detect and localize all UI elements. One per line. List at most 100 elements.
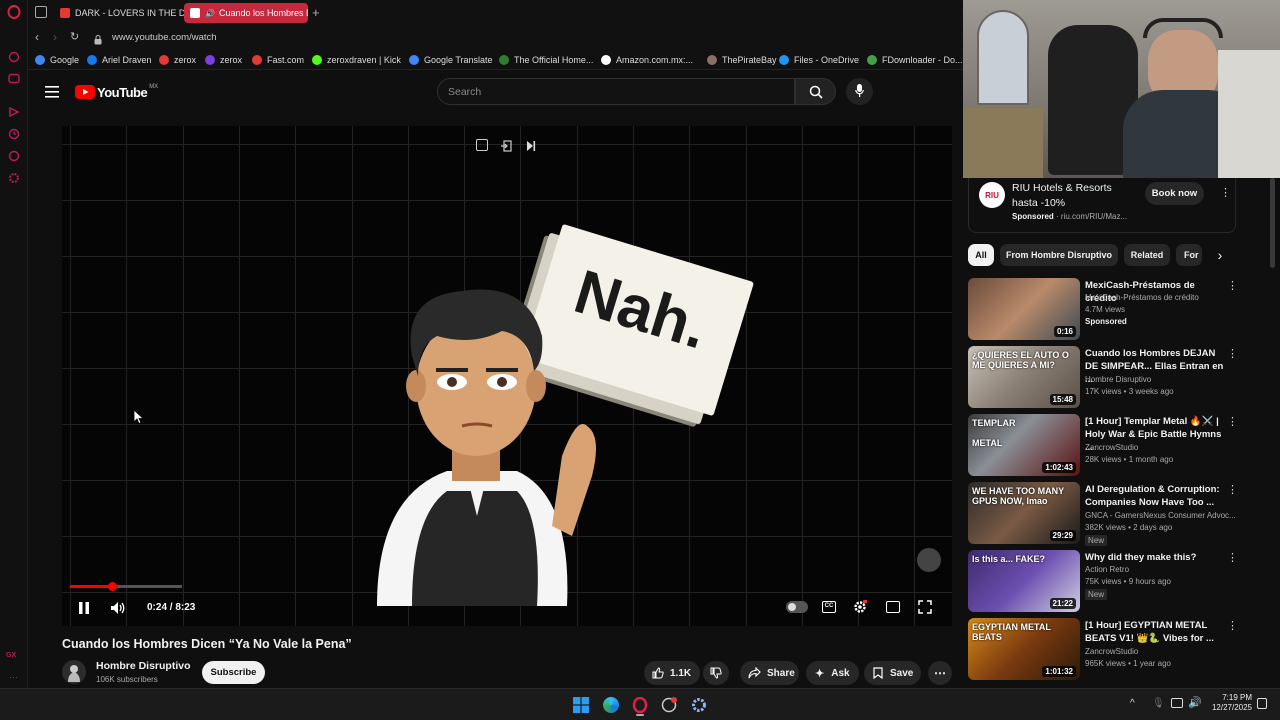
more-actions-button[interactable]: ⋯ (928, 661, 952, 685)
bookmark-item[interactable]: Fast.com (252, 54, 304, 66)
video-player[interactable]: Nah. 0:24 / 8:23 CC (62, 126, 952, 626)
bookmark-item[interactable]: FDownloader - Do... (867, 54, 963, 66)
pause-icon[interactable] (78, 601, 90, 615)
dislike-button[interactable] (703, 661, 729, 685)
edge-icon[interactable] (603, 697, 619, 713)
channel-name[interactable]: Hombre Disruptivo (96, 660, 191, 672)
volume-tray-icon[interactable]: 🔊 (1188, 696, 1202, 709)
youtube-logo[interactable]: YouTube MX (75, 84, 158, 100)
video-thumbnail[interactable]: ¿QUIERES EL AUTO O ME QUIERES A MI? 15:48 (968, 346, 1080, 408)
recommendation-item[interactable]: Is this a... FAKE? 21:22 Why did they make… (968, 550, 1268, 612)
menu-icon[interactable] (45, 85, 59, 98)
video-channel[interactable]: MexiCash-Préstamos de crédito (1085, 293, 1199, 302)
ad-kebab-icon[interactable]: ⋮ (1220, 186, 1231, 199)
clock[interactable]: 7:19 PM 12/27/2025 (1206, 693, 1252, 713)
video-thumbnail[interactable]: 0:16 (968, 278, 1080, 340)
video-title[interactable]: AI Deregulation & Corruption: Companies … (1085, 483, 1225, 509)
new-tab-icon[interactable]: + (312, 5, 320, 20)
recommendation-item[interactable]: EGYPTIAN METAL BEATS 1:01:32 [1 Hour] EGYP… (968, 618, 1268, 680)
video-channel[interactable]: GNCA - GamersNexus Consumer Advoc... (1085, 511, 1236, 520)
opera-gx-taskbar-icon[interactable] (632, 696, 648, 716)
fullscreen-icon[interactable] (918, 600, 932, 614)
tab-dark-lovers[interactable]: DARK - LOVERS IN THE DA (54, 3, 204, 23)
chip-from-channel[interactable]: From Hombre Disruptivo (1000, 244, 1118, 266)
bookmark-item[interactable]: zeroxdraven | Kick (312, 54, 401, 66)
autoplay-toggle[interactable] (786, 601, 808, 613)
more-options-icon[interactable]: ⋮ (1227, 484, 1238, 496)
settings-gear-icon[interactable] (853, 600, 868, 614)
more-options-icon[interactable]: ⋮ (1227, 416, 1238, 428)
network-icon[interactable] (1171, 698, 1183, 708)
popout-icon[interactable] (476, 139, 488, 151)
recommendation-item[interactable]: TEMPLAR METAL 1:02:43 [1 Hour] Templar Meta… (968, 414, 1268, 476)
volume-icon[interactable] (110, 601, 126, 615)
bookmark-item[interactable]: The Official Home... (499, 54, 593, 66)
tab-islands-icon[interactable] (35, 6, 47, 18)
bookmark-item[interactable]: Google Translate (409, 54, 493, 66)
notification-bell-icon[interactable] (1257, 698, 1267, 709)
bookmark-item[interactable]: Ariel Draven (87, 54, 152, 66)
more-options-icon[interactable]: ⋮ (1227, 280, 1238, 292)
search-input[interactable]: Search (437, 78, 795, 105)
settings-app-icon[interactable] (691, 697, 707, 713)
messenger-icon[interactable] (7, 72, 21, 86)
aria-icon[interactable] (7, 50, 21, 64)
voice-search-button[interactable] (846, 78, 873, 105)
reload-icon[interactable]: ↻ (70, 30, 79, 43)
back-icon[interactable]: ‹ (35, 30, 39, 44)
player-icon[interactable] (7, 105, 21, 119)
video-title[interactable]: [1 Hour] EGYPTIAN METAL BEATS V1! 👑🐍 Vib… (1085, 619, 1225, 645)
bookmark-item[interactable]: zerox (205, 54, 242, 66)
video-thumbnail[interactable]: TEMPLAR METAL 1:02:43 (968, 414, 1080, 476)
like-button[interactable]: 1.1K (644, 661, 700, 685)
book-now-button[interactable]: Book now (1145, 182, 1204, 205)
bookmark-item[interactable]: Files - OneDrive (779, 54, 859, 66)
video-thumbnail[interactable]: EGYPTIAN METAL BEATS 1:01:32 (968, 618, 1080, 680)
video-thumbnail[interactable]: WE HAVE TOO MANY GPUS NOW, lmao 29:29 (968, 482, 1080, 544)
chip-for-you[interactable]: For (1176, 244, 1202, 266)
video-channel[interactable]: Action Retro (1085, 565, 1129, 574)
search-button[interactable] (795, 78, 836, 105)
enter-icon[interactable] (500, 139, 512, 152)
miniplayer-icon[interactable] (886, 601, 900, 613)
video-channel[interactable]: ZancrowStudio (1085, 647, 1138, 656)
bookmark-item[interactable]: Google (35, 54, 79, 66)
share-button[interactable]: Share (740, 661, 799, 685)
microphone-tray-icon[interactable]: 🎙 (1152, 698, 1165, 709)
tray-chevron-up-icon[interactable]: ^ (1130, 698, 1135, 709)
ad-card[interactable]: RIU RIU Hotels & Resorts hasta -10% Spon… (968, 178, 1236, 233)
subscribe-button[interactable]: Subscribe (202, 661, 265, 684)
recommendation-item[interactable]: WE HAVE TOO MANY GPUS NOW, lmao 29:29 AI D… (968, 482, 1268, 546)
url-text[interactable]: www.youtube.com/watch (112, 32, 217, 43)
channel-watermark[interactable] (917, 548, 941, 572)
tab-cuando-los-hombres[interactable]: 🔊 Cuando los Hombres D (184, 3, 308, 23)
captions-icon[interactable]: CC (822, 601, 836, 613)
windows-start-icon[interactable] (573, 697, 589, 713)
recommendation-item[interactable]: 0:16 MexiCash-Préstamos de crédito MexiCas… (968, 278, 1268, 340)
forward-icon[interactable]: › (53, 30, 57, 44)
progress-scrubber[interactable] (108, 582, 117, 591)
channel-avatar[interactable] (62, 660, 86, 684)
video-channel[interactable]: Hombre Disruptivo (1085, 375, 1151, 384)
more-options-icon[interactable]: ⋮ (1227, 620, 1238, 632)
settings-icon[interactable] (7, 171, 21, 185)
recommendation-item[interactable]: ¿QUIERES EL AUTO O ME QUIERES A MI? 15:48… (968, 346, 1268, 408)
bookmark-item[interactable]: ThePirateBay (707, 54, 777, 66)
more-options-icon[interactable]: ⋮ (1227, 552, 1238, 564)
video-thumbnail[interactable]: Is this a... FAKE? 21:22 (968, 550, 1080, 612)
more-icon[interactable]: ⋯ (9, 672, 18, 683)
history-icon[interactable] (7, 127, 21, 141)
chevron-right-icon[interactable]: › (1212, 244, 1228, 266)
more-options-icon[interactable]: ⋮ (1227, 348, 1238, 360)
opera-gx-mods-icon[interactable] (661, 697, 677, 713)
opera-logo-icon[interactable] (7, 5, 21, 19)
chip-all[interactable]: All (968, 244, 994, 266)
ask-button[interactable]: ✦ Ask (806, 661, 859, 685)
video-title[interactable]: Why did they make this? (1085, 551, 1225, 564)
chip-related[interactable]: Related (1124, 244, 1170, 266)
bookmark-item[interactable]: Amazon.com.mx:... (601, 54, 693, 66)
bookmark-item[interactable]: zerox (159, 54, 196, 66)
save-button[interactable]: Save (864, 661, 921, 685)
extensions-icon[interactable] (7, 149, 21, 163)
scrollbar-thumb[interactable] (1270, 178, 1275, 268)
